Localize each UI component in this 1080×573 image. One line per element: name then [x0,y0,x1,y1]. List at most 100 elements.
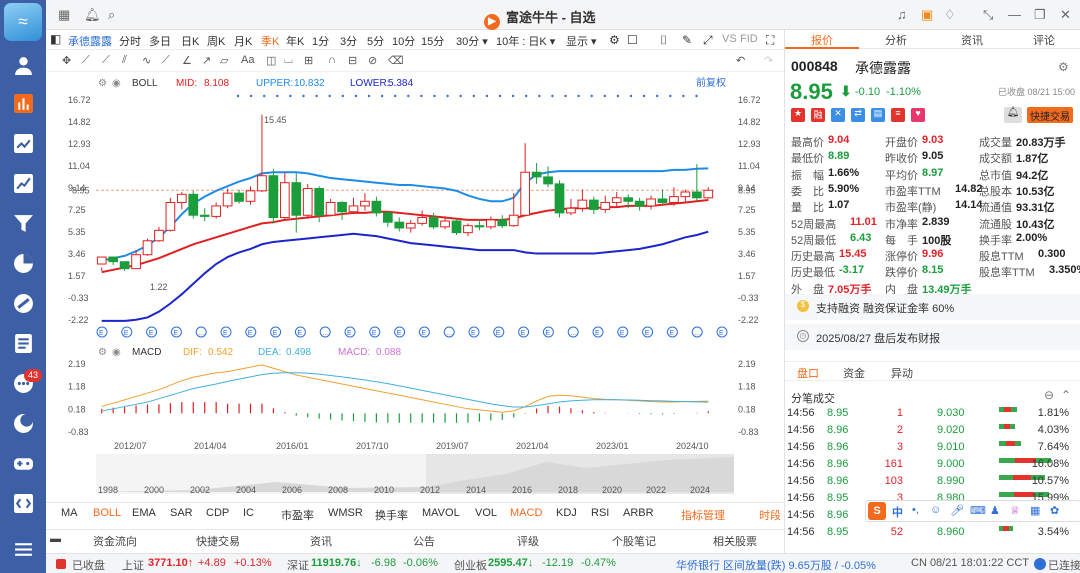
redo-icon[interactable]: ↷ [764,54,773,67]
indicator-tab[interactable]: WMSR [328,507,363,519]
magnet-icon[interactable]: ∩ [328,54,336,66]
orderbook-tab[interactable]: 异动 [891,365,913,381]
minimize-icon[interactable]: — [1008,7,1021,22]
chart-area[interactable]: ⚙ ◉ BOLL MID: 8.108 UPPER: 10.832 LOWER: 5.384 前复… [46,72,784,502]
quote-tab[interactable]: 资讯 [961,32,983,48]
sogou-icon[interactable]: S [868,502,886,520]
margin-info-row[interactable]: $ 支持融资 融资保证金率 60% [785,294,1080,320]
bottom-tab[interactable]: 相关股票 [713,533,757,549]
shortable-icon[interactable]: ✕ [831,108,845,122]
shrink-icon[interactable]: ⤡ [983,7,993,23]
bottom-tab[interactable]: 快捷交易 [196,533,240,549]
panel-toggle-icon[interactable]: ▬ [50,533,61,545]
period-tab[interactable]: 日K [181,33,199,49]
event-row[interactable]: ◷ 2025/08/27 盘后发布财报 [785,324,1080,350]
camera-icon[interactable]: ⌷ [660,33,667,48]
wave-tool-icon[interactable]: ∿ [142,54,151,67]
favorite-icon[interactable]: ♥ [911,108,925,122]
lock-tool-icon[interactable]: ⊟ [348,54,357,67]
indicator-tab[interactable]: RSI [591,507,609,519]
period-tab[interactable]: 多日 [149,33,171,49]
period-tab[interactable]: 周K [207,33,225,49]
search-icon[interactable]: ⌕ [108,7,115,23]
news-ticker[interactable]: 华侨银行 区间放量(跌) 9.65万股 / -0.05% [676,557,876,573]
connect-icon[interactable]: ⇄ [851,108,865,122]
indicator-tab[interactable]: CDP [206,507,229,519]
indicator-tab[interactable]: 市盈率 [281,507,314,523]
period-tab[interactable]: 分时 [119,33,141,49]
bell-icon[interactable]: 🔔︎ [84,7,101,23]
moon-icon[interactable] [11,411,35,435]
market-chart-icon[interactable] [11,91,35,115]
maximize-icon[interactable]: ❐ [1034,7,1046,23]
alert-bell-icon[interactable]: 🔔︎ [1004,107,1022,123]
sh-label[interactable]: 上证 [122,557,144,573]
menu-icon[interactable] [11,537,35,561]
indicator-tab[interactable]: BOLL [93,507,121,519]
pen-icon[interactable]: ✎ [682,33,692,47]
angle-tool-icon[interactable]: ∠ [182,54,192,67]
bottom-tab[interactable]: 评级 [517,533,539,549]
expand-icon[interactable]: ⤢ [703,33,713,48]
period-tab[interactable]: 年K [286,33,304,49]
indicator-tab[interactable]: 换手率 [375,507,408,523]
ime-toolbar[interactable]: S 中 •, ☺ 🎤︎ ⌨ ♟ ♕ ▦ ✿ [865,500,1080,522]
ime-emoji-icon[interactable]: ☺ [930,504,941,516]
margin-badge-icon[interactable]: 融 [811,108,825,122]
period-tab[interactable]: 月K [234,33,252,49]
ime-settings-icon[interactable]: ✿ [1050,504,1059,517]
adjust-mode[interactable]: 前复权 [696,76,726,89]
arrow-tool-icon[interactable]: ↗ [202,54,211,67]
shape-tool-icon[interactable]: ▱ [220,54,228,67]
text-tool-icon[interactable]: Aa [241,54,254,66]
kline-chart[interactable]: ⚙ ◉ BOLL MID: 8.108 UPPER: 10.832 LOWER:5.384 前复… [46,72,784,502]
trend-icon[interactable] [11,131,35,155]
sz-label[interactable]: 深证 [287,557,309,573]
ime-skin-icon[interactable]: ♕ [1010,504,1020,517]
indicator-tab[interactable]: KDJ [556,507,577,519]
bottom-tab[interactable]: 公告 [413,533,435,549]
vs-icon[interactable]: VS [722,33,737,45]
period-button[interactable]: 时段 [759,507,781,523]
layout-icon[interactable]: ▦ [58,7,70,23]
code-icon[interactable] [11,491,35,515]
orderbook-tab[interactable]: 资金 [843,365,865,381]
ime-keyboard-icon[interactable]: ⌨ [970,504,986,517]
quote-tab[interactable]: 分析 [885,32,907,48]
indicator-tab[interactable]: IC [243,507,254,519]
indicator-manage-button[interactable]: 指标管理 [681,507,725,523]
sidebar-toggle-icon[interactable]: ◧ [50,32,61,46]
compass-icon[interactable] [11,291,35,315]
bottom-tab[interactable]: 资讯 [310,533,332,549]
ime-zh-icon[interactable]: 中 [892,504,903,520]
indicator-tab[interactable]: MA [61,507,78,519]
headset-icon[interactable]: ♫ [897,7,907,22]
indicator-tab[interactable]: MAVOL [422,507,460,519]
bottom-tab[interactable]: 资金流向 [93,533,137,549]
period-tab[interactable]: 30分 ▾ [456,33,488,49]
orderbook-tab[interactable]: 盘口 [797,365,819,381]
cy-label[interactable]: 创业板 [454,557,487,573]
close-icon[interactable]: ✕ [1060,7,1071,23]
ray-tool-icon[interactable]: ⟋ [102,54,110,67]
indicator-tab[interactable]: ARBR [623,507,654,519]
fullscreen-icon[interactable]: ⛶ [766,33,774,48]
portfolio-icon[interactable] [11,171,35,195]
user-icon[interactable] [11,53,35,77]
indicator-tab[interactable]: MACD [510,507,542,519]
filter-icon[interactable] [11,211,35,235]
indicator-tab[interactable]: VOL [475,507,497,519]
gift-icon[interactable]: ▣ [921,7,933,23]
ime-punct-icon[interactable]: •, [912,504,919,516]
quote-tab[interactable]: 评论 [1033,32,1055,48]
period-tab[interactable]: 5分 [367,33,384,49]
shirt-icon[interactable]: ♢ [944,7,956,23]
bottom-tab[interactable]: 个股笔记 [612,533,656,549]
move-icon[interactable]: ✥ [62,54,71,67]
quote-tab[interactable]: 报价 [811,32,833,48]
ruler-tool-icon[interactable]: ⌴ [284,54,293,67]
collapse-icon[interactable]: ⌃ [1061,388,1071,402]
eye-tool-icon[interactable]: ⊘ [368,54,377,67]
channel-tool-icon[interactable]: ⫽ [122,54,127,67]
document-icon[interactable] [11,331,35,355]
